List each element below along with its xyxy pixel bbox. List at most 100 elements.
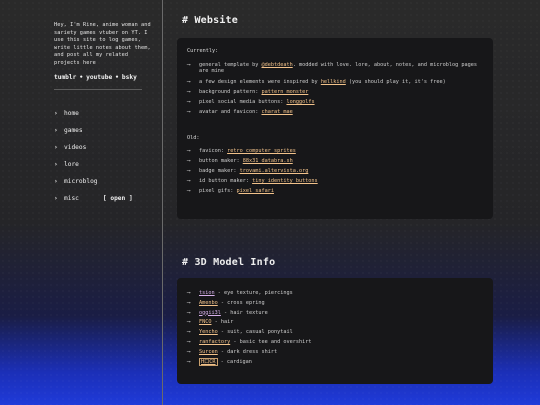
currently-label: Currently: xyxy=(187,48,219,54)
chevron-right-icon: › xyxy=(54,194,58,202)
credit-row: ⟶ id button maker: tiny identity buttons xyxy=(187,177,483,187)
arrow-right-icon: ⟶ xyxy=(187,299,191,306)
arrow-right-icon: ⟶ xyxy=(187,177,191,184)
credit-text: general template by xyxy=(199,62,262,68)
model-desc: - cardigan xyxy=(217,358,252,365)
arrow-right-icon: ⟶ xyxy=(187,358,191,365)
credit-row: ⟶ avatar and favicon: charat mae xyxy=(187,108,483,118)
nav-item-lore[interactable]: › lore xyxy=(54,156,152,173)
arrow-right-icon: ⟶ xyxy=(187,338,191,345)
credit-link[interactable]: @debtdeath xyxy=(261,62,292,68)
credit-row: ⟶ button maker: 88x31 databra.sh xyxy=(187,157,483,167)
youtube-link[interactable]: youtube xyxy=(86,74,112,81)
model-credits-box: ⟶ tsion - eye texture, piercings ⟶ Amenbo … xyxy=(177,278,493,384)
model-row: ⟶ tsion - eye texture, piercings xyxy=(187,289,483,299)
arrow-right-icon: ⟶ xyxy=(187,290,191,296)
model-link[interactable]: tsion xyxy=(199,290,215,296)
nav-item-home[interactable]: › home xyxy=(54,105,152,122)
model-link[interactable]: H口CR xyxy=(199,357,218,366)
model-row: ⟶ Yencho - suit, casual ponytail xyxy=(187,328,483,338)
nav-item-misc[interactable]: › misc [ open ] xyxy=(54,190,152,207)
sidebar-nav: › home › games › videos › lore › microblog › m… xyxy=(54,105,152,207)
chevron-right-icon: › xyxy=(54,126,58,134)
credit-link[interactable]: trovami.altervista.org xyxy=(240,168,309,174)
nav-item-games[interactable]: › games xyxy=(54,122,152,139)
model-link[interactable]: Amenbo xyxy=(199,300,218,306)
nav-label: videos xyxy=(64,143,87,151)
model-row: ⟶ Surcen - dark dress shirt xyxy=(187,348,483,358)
tumblr-link[interactable]: tumblr xyxy=(54,74,76,81)
model-desc: - cross epring xyxy=(217,299,265,306)
chevron-right-icon: › xyxy=(54,143,58,151)
credit-row: ⟶ pixel social media buttons: longgolfs xyxy=(187,98,483,108)
credit-text: (you should play it, it's free) xyxy=(345,79,446,86)
chevron-right-icon: › xyxy=(54,177,58,185)
nav-item-microblog[interactable]: › microblog xyxy=(54,173,152,190)
credit-row: ⟶ favicon: retro computer sprites xyxy=(187,147,483,157)
misc-open-toggle[interactable]: [ open ] xyxy=(103,195,133,202)
website-credits-box: Currently: ⟶ general template by @debtde… xyxy=(177,38,493,219)
arrow-right-icon: ⟶ xyxy=(187,309,191,316)
credit-text: a few design elements were inspired by xyxy=(199,79,321,86)
arrow-right-icon: ⟶ xyxy=(187,108,191,115)
credit-text: id button maker: xyxy=(199,177,253,184)
credit-link[interactable]: longgolfs xyxy=(286,99,314,105)
model-row: ⟶ ranfactory - basic tee and overshirt xyxy=(187,338,483,348)
old-label: Old: xyxy=(187,135,200,142)
model-link[interactable]: oggii3l xyxy=(199,310,221,316)
nav-item-videos[interactable]: › videos xyxy=(54,139,152,156)
model-row: ⟶ FNCO - hair xyxy=(187,318,483,328)
arrow-right-icon: ⟶ xyxy=(187,167,191,174)
credit-link[interactable]: retro computer sprites xyxy=(227,148,296,154)
sidebar: Hey, I'm Rine, anime woman and sariety g… xyxy=(0,0,163,405)
arrow-right-icon: ⟶ xyxy=(187,187,191,194)
model-row: ⟶ Amenbo - cross epring xyxy=(187,299,483,309)
website-heading: # Website xyxy=(182,15,238,26)
model-row: ⟶ oggii3l - hair texture xyxy=(187,309,483,319)
arrow-right-icon: ⟶ xyxy=(187,98,191,105)
bsky-link[interactable]: bsky xyxy=(122,74,137,81)
credit-text: pixel gifs: xyxy=(199,187,237,194)
nav-label: home xyxy=(64,109,79,117)
arrow-right-icon: ⟶ xyxy=(187,148,191,155)
arrow-right-icon: ⟶ xyxy=(187,62,191,68)
model-desc: - hair texture xyxy=(220,309,268,316)
model-desc: - suit, casual ponytail xyxy=(217,329,293,336)
nav-label: lore xyxy=(64,160,79,168)
model-link[interactable]: FNCO xyxy=(199,319,212,325)
credit-link[interactable]: tiny identity buttons xyxy=(252,178,318,184)
social-separator: • xyxy=(79,73,84,81)
credit-link[interactable]: pattern monster xyxy=(261,89,308,95)
chevron-right-icon: › xyxy=(54,160,58,168)
credit-link[interactable]: pixel safari xyxy=(236,188,273,194)
credit-text: background pattern: xyxy=(199,89,262,95)
credit-link[interactable]: charat mae xyxy=(261,109,292,115)
arrow-right-icon: ⟶ xyxy=(187,158,191,165)
nav-label: games xyxy=(64,126,83,134)
model-link[interactable]: ranfactory xyxy=(199,339,230,345)
credit-link[interactable]: hellkind xyxy=(321,79,346,85)
credit-row: ⟶ pixel gifs: pixel safari xyxy=(187,187,483,197)
credit-text: favicon: xyxy=(199,148,228,155)
credit-row: ⟶ a few design elements were inspired by… xyxy=(187,78,483,88)
nav-label: microblog xyxy=(64,177,98,185)
bio-text: Hey, I'm Rine, anime woman and sariety g… xyxy=(54,22,151,66)
model-link[interactable]: Surcen xyxy=(199,349,218,355)
model-info-heading: # 3D Model Info xyxy=(182,257,276,268)
credit-link[interactable]: 88x31 databra.sh xyxy=(243,158,293,164)
model-desc: - eye texture, piercings xyxy=(214,290,293,296)
model-row: ⟶ H口CR - cardigan xyxy=(187,357,483,368)
arrow-right-icon: ⟶ xyxy=(187,89,191,95)
arrow-right-icon: ⟶ xyxy=(187,329,191,336)
credit-row: ⟶ background pattern: pattern monster xyxy=(187,88,483,98)
arrow-right-icon: ⟶ xyxy=(187,79,191,86)
social-separator: • xyxy=(115,73,119,81)
arrow-right-icon: ⟶ xyxy=(187,319,191,326)
arrow-right-icon: ⟶ xyxy=(187,348,191,355)
model-desc: - basic tee and overshirt xyxy=(230,338,312,345)
credit-text: avatar and favicon: xyxy=(199,108,262,115)
model-link[interactable]: Yencho xyxy=(199,329,218,335)
model-desc: - hair xyxy=(211,319,234,326)
credit-text: badge maker: xyxy=(199,167,240,174)
model-desc: - dark dress shirt xyxy=(217,348,278,355)
